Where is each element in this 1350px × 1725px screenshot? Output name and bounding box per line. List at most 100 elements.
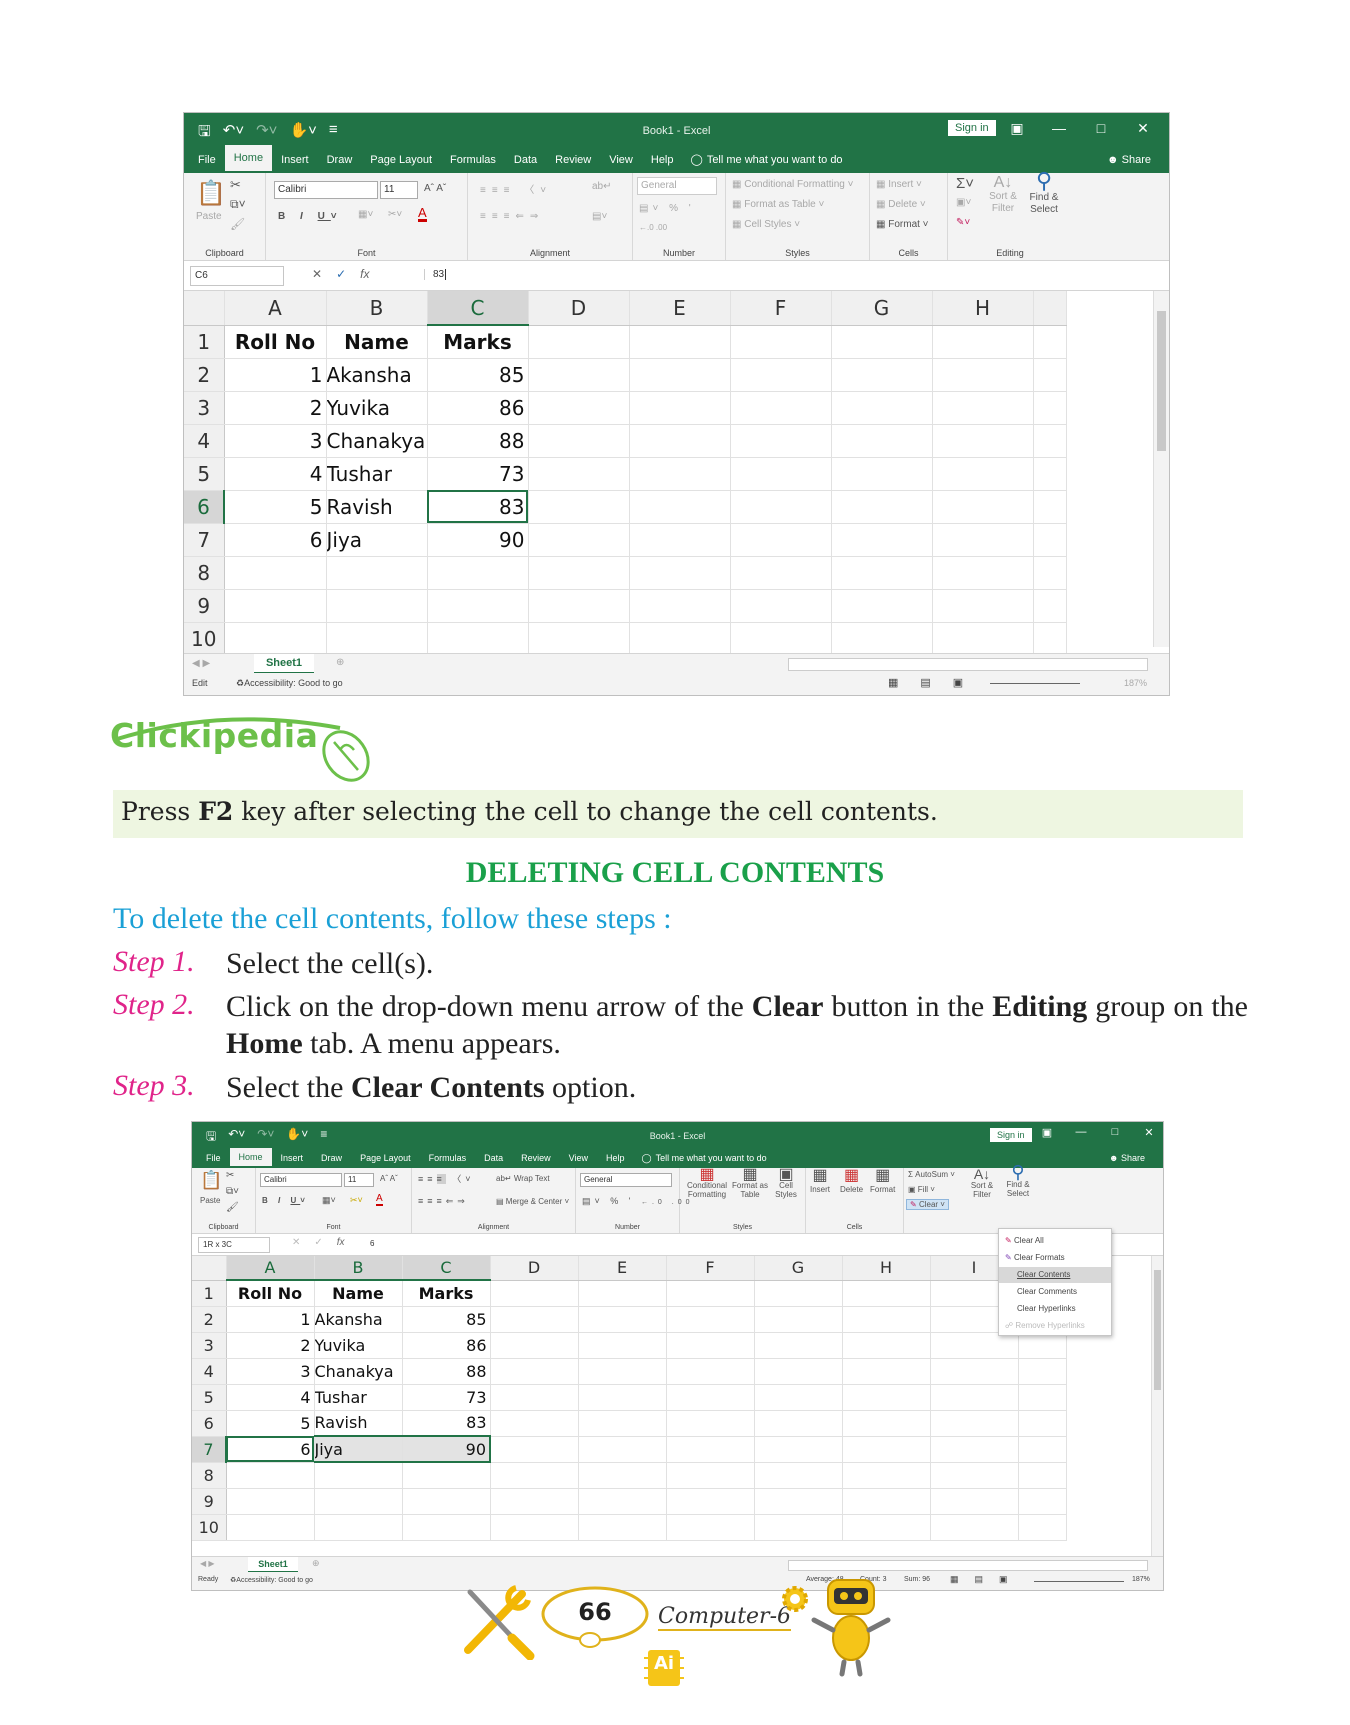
cell[interactable] [831, 523, 933, 557]
select-all-corner[interactable] [192, 1256, 227, 1281]
cell[interactable]: 73 [402, 1384, 491, 1411]
cell[interactable] [490, 1488, 579, 1515]
cell[interactable] [528, 490, 630, 524]
cell[interactable] [842, 1462, 931, 1489]
cell[interactable] [754, 1280, 843, 1307]
cell[interactable] [224, 622, 327, 656]
align-top-icons[interactable]: ≡≡≡ 〈˅ [480, 181, 552, 196]
align-center-icons[interactable]: ≡≡≡⇐⇒ [418, 1196, 469, 1207]
cell[interactable]: 83 [402, 1410, 491, 1437]
cell[interactable] [402, 1462, 491, 1489]
cell[interactable] [842, 1384, 931, 1411]
cell[interactable]: 73 [427, 457, 529, 491]
cell[interactable] [528, 391, 630, 425]
cell[interactable] [930, 1358, 1019, 1385]
row-header[interactable]: 4 [184, 424, 225, 458]
cell[interactable] [730, 457, 832, 491]
row-header[interactable]: 8 [192, 1462, 227, 1489]
cell[interactable] [578, 1436, 667, 1463]
cell[interactable] [754, 1462, 843, 1489]
merge-icon[interactable]: ▤˅ [592, 211, 607, 222]
active-cell[interactable]: 83 [427, 490, 529, 524]
grow-font-icon[interactable]: Aˆ Aˇ [380, 1174, 398, 1183]
sign-in-button[interactable]: Sign in [948, 120, 996, 136]
cell[interactable]: Ravish [326, 490, 428, 524]
column-header[interactable]: F [666, 1256, 755, 1281]
borders-icon[interactable]: ▦˅ [358, 209, 373, 220]
delete-cells-button[interactable]: ▦ Delete [840, 1168, 863, 1196]
cell[interactable] [932, 490, 1034, 524]
format-painter-icon[interactable]: 🖌 [226, 1202, 239, 1213]
cell[interactable] [629, 490, 731, 524]
cell[interactable] [730, 391, 832, 425]
sheet-tab[interactable]: Sheet1 [248, 1557, 298, 1573]
cell[interactable] [666, 1436, 755, 1463]
cell[interactable]: Roll No [224, 325, 327, 359]
cell[interactable] [629, 589, 731, 623]
cell[interactable]: Ravish [314, 1410, 403, 1437]
cell[interactable]: 88 [427, 424, 529, 458]
cell[interactable] [730, 325, 832, 359]
tab-data[interactable]: Data [505, 147, 546, 173]
fill-button[interactable]: ▣ Fill ˅ [908, 1185, 935, 1194]
cell[interactable] [754, 1436, 843, 1463]
cell[interactable] [831, 457, 933, 491]
insert-cells-button[interactable]: ▦ Insert ˅ [876, 179, 922, 190]
cell[interactable] [427, 589, 529, 623]
scroll-thumb[interactable] [1154, 1270, 1161, 1390]
row-header[interactable]: 5 [192, 1384, 227, 1411]
cell[interactable] [578, 1514, 667, 1541]
sheet-tab[interactable]: Sheet1 [254, 654, 314, 674]
cell[interactable] [930, 1384, 1019, 1411]
column-header[interactable]: G [754, 1256, 843, 1281]
cell[interactable]: Marks [402, 1280, 491, 1307]
row-header[interactable]: 2 [192, 1306, 227, 1333]
cell[interactable]: Akansha [314, 1306, 403, 1333]
cell[interactable] [932, 589, 1034, 623]
ribbon-display-icon[interactable]: ▣ [996, 120, 1038, 137]
merge-center-button[interactable]: ▤ Merge & Center ˅ [496, 1197, 569, 1206]
zoom-slider[interactable] [1034, 1581, 1124, 1582]
cell[interactable] [528, 358, 630, 392]
row-header[interactable]: 1 [184, 325, 225, 359]
autosum-button[interactable]: Σ AutoSum ˅ [908, 1170, 955, 1179]
format-painter-icon[interactable]: 🖌 [230, 217, 245, 231]
cell[interactable] [629, 622, 731, 656]
cell[interactable] [831, 589, 933, 623]
cell[interactable]: 6 [224, 523, 327, 557]
tab-insert[interactable]: Insert [272, 1148, 313, 1168]
menu-item-clear-comments[interactable]: Clear Comments [999, 1284, 1111, 1300]
column-header[interactable]: B [314, 1256, 403, 1281]
cell[interactable] [754, 1306, 843, 1333]
row-header[interactable]: 9 [192, 1488, 227, 1515]
clear-icon[interactable]: ✎˅ [956, 217, 970, 228]
cell[interactable] [490, 1436, 579, 1463]
cell[interactable]: Name [314, 1280, 403, 1307]
cell[interactable]: 86 [427, 391, 529, 425]
cell[interactable] [666, 1358, 755, 1385]
function-icon[interactable]: fx [337, 1237, 345, 1248]
cut-icon[interactable]: ✂ [230, 177, 241, 193]
tab-review[interactable]: Review [512, 1148, 560, 1168]
cell[interactable] [754, 1332, 843, 1359]
menu-item-clear-hyperlinks[interactable]: Clear Hyperlinks [999, 1301, 1111, 1317]
row-header[interactable]: 5 [184, 457, 225, 491]
cell[interactable]: Jiya [326, 523, 428, 557]
view-icons[interactable]: ▦▤▣ [888, 676, 985, 689]
format-as-table-button[interactable]: ▦ Format as Table ˅ [732, 199, 824, 210]
cell[interactable] [666, 1332, 755, 1359]
cell[interactable] [629, 325, 731, 359]
tab-help[interactable]: Help [642, 147, 683, 173]
cell[interactable] [831, 556, 933, 590]
align-center-icons[interactable]: ≡≡≡⇐⇒ [480, 211, 544, 222]
cell[interactable] [314, 1488, 403, 1515]
format-cells-button[interactable]: ▦ Format [870, 1168, 895, 1196]
cell[interactable]: Name [326, 325, 428, 359]
cell[interactable] [754, 1514, 843, 1541]
accessibility-status[interactable]: ♻Accessibility: Good to go [236, 678, 343, 689]
row-header[interactable]: 7 [192, 1436, 227, 1463]
find-select-button[interactable]: ⚲ Find & Select [1000, 1163, 1036, 1198]
cut-icon[interactable]: ✂ [226, 1170, 234, 1181]
tab-view[interactable]: View [560, 1148, 597, 1168]
vertical-scrollbar[interactable] [1153, 291, 1169, 647]
